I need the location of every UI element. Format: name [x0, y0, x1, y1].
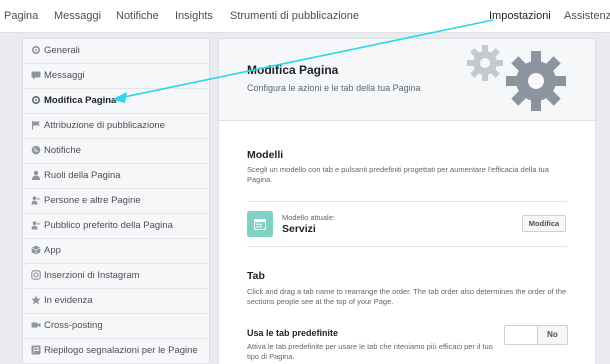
tab-pagina[interactable]: Pagina — [4, 10, 38, 22]
sidebar-item-pubblico[interactable]: Pubblico preferito della Pagina — [23, 214, 209, 239]
default-tabs-toggle[interactable]: No — [504, 325, 568, 345]
gear-icon — [31, 45, 41, 55]
default-tabs-label: Usa le tab predefinite — [247, 328, 339, 338]
top-navigation: Pagina Messaggi Notifiche Insights Strum… — [0, 0, 610, 33]
gear-icon — [467, 45, 503, 81]
templates-description-line1: Scegli un modello con tab e pulsanti pre… — [247, 165, 549, 174]
tab-impostazioni[interactable]: Impostazioni — [489, 10, 551, 22]
sidebar-item-label: Inserzioni di Instagram — [44, 270, 140, 281]
settings-sidebar: Generali Messaggi Modifica Pagina Attrib… — [22, 38, 210, 364]
page-title: Modifica Pagina — [247, 63, 339, 77]
panel-header: Modifica Pagina Configura le azioni e le… — [219, 39, 595, 121]
flag-icon — [31, 120, 41, 130]
toggle-track — [505, 326, 537, 344]
people-icon — [31, 220, 41, 230]
sidebar-item-label: Notifiche — [44, 145, 81, 156]
sidebar-item-label: Modifica Pagina — [44, 95, 117, 106]
sidebar-item-label: Generali — [44, 45, 80, 56]
divider — [247, 201, 567, 202]
sidebar-item-modifica-pagina[interactable]: Modifica Pagina — [23, 89, 209, 114]
sidebar-item-label: Ruoli della Pagina — [44, 170, 121, 181]
template-icon — [247, 211, 273, 237]
sidebar-item-messaggi[interactable]: Messaggi — [23, 64, 209, 89]
sidebar-item-riepilogo[interactable]: Riepilogo segnalazioni per le Pagine — [23, 339, 209, 364]
sidebar-item-label: App — [44, 245, 61, 256]
cube-icon — [31, 245, 41, 255]
instagram-icon — [31, 270, 41, 280]
tabs-description-line1: Click and drag a tab name to rearrange t… — [247, 287, 567, 296]
globe-icon — [31, 145, 41, 155]
sidebar-item-label: Messaggi — [44, 70, 85, 81]
sidebar-item-instagram[interactable]: Inserzioni di Instagram — [23, 264, 209, 289]
sidebar-item-label: Cross-posting — [44, 320, 103, 331]
page-subtitle: Configura le azioni e le tab della tua P… — [247, 83, 421, 93]
sidebar-item-label: Attribuzione di pubblicazione — [44, 120, 165, 131]
gear-icon — [506, 51, 566, 111]
flag-box-icon — [31, 345, 41, 355]
tab-messaggi[interactable]: Messaggi — [54, 10, 101, 22]
video-icon — [31, 320, 41, 330]
sidebar-item-label: Persone e altre Pagine — [44, 195, 141, 206]
tab-strumenti-pubblicazione[interactable]: Strumenti di pubblicazione — [230, 10, 359, 22]
templates-description-line2: Pagina. — [247, 175, 273, 184]
edit-page-panel: Modifica Pagina Configura le azioni e le… — [218, 38, 596, 364]
current-template-name: Servizi — [282, 223, 316, 235]
sidebar-item-label: Pubblico preferito della Pagina — [44, 220, 173, 231]
tab-assistenza[interactable]: Assistenza — [564, 10, 610, 22]
toggle-value: No — [537, 326, 567, 344]
tab-notifiche[interactable]: Notifiche — [116, 10, 159, 22]
current-template-label: Modello attuale: — [282, 213, 335, 222]
tabs-heading: Tab — [247, 270, 265, 282]
sidebar-item-attribuzione[interactable]: Attribuzione di pubblicazione — [23, 114, 209, 139]
sidebar-item-ruoli[interactable]: Ruoli della Pagina — [23, 164, 209, 189]
default-tabs-description-line1: Attiva le tab predefinite per usare le t… — [247, 342, 493, 351]
person-icon — [31, 170, 41, 180]
edit-template-button[interactable]: Modifica — [522, 215, 566, 232]
sidebar-item-label: Riepilogo segnalazioni per le Pagine — [44, 345, 198, 356]
chat-icon — [31, 70, 41, 80]
templates-heading: Modelli — [247, 149, 284, 161]
sidebar-item-generali[interactable]: Generali — [23, 39, 209, 64]
divider — [247, 246, 567, 247]
people-icon — [31, 195, 41, 205]
sidebar-item-app[interactable]: App — [23, 239, 209, 264]
sidebar-item-in-evidenza[interactable]: In evidenza — [23, 289, 209, 314]
gear-icon — [31, 95, 41, 105]
sidebar-item-label: In evidenza — [44, 295, 93, 306]
sidebar-item-persone[interactable]: Persone e altre Pagine — [23, 189, 209, 214]
star-icon — [31, 295, 41, 305]
tab-insights[interactable]: Insights — [175, 10, 213, 22]
tabs-description-line2: sections people see at the top of your P… — [247, 297, 394, 306]
calendar-icon — [254, 219, 266, 230]
default-tabs-description-line2: tipo di Pagina. — [247, 352, 295, 361]
sidebar-item-cross-posting[interactable]: Cross-posting — [23, 314, 209, 339]
sidebar-item-notifiche[interactable]: Notifiche — [23, 139, 209, 164]
